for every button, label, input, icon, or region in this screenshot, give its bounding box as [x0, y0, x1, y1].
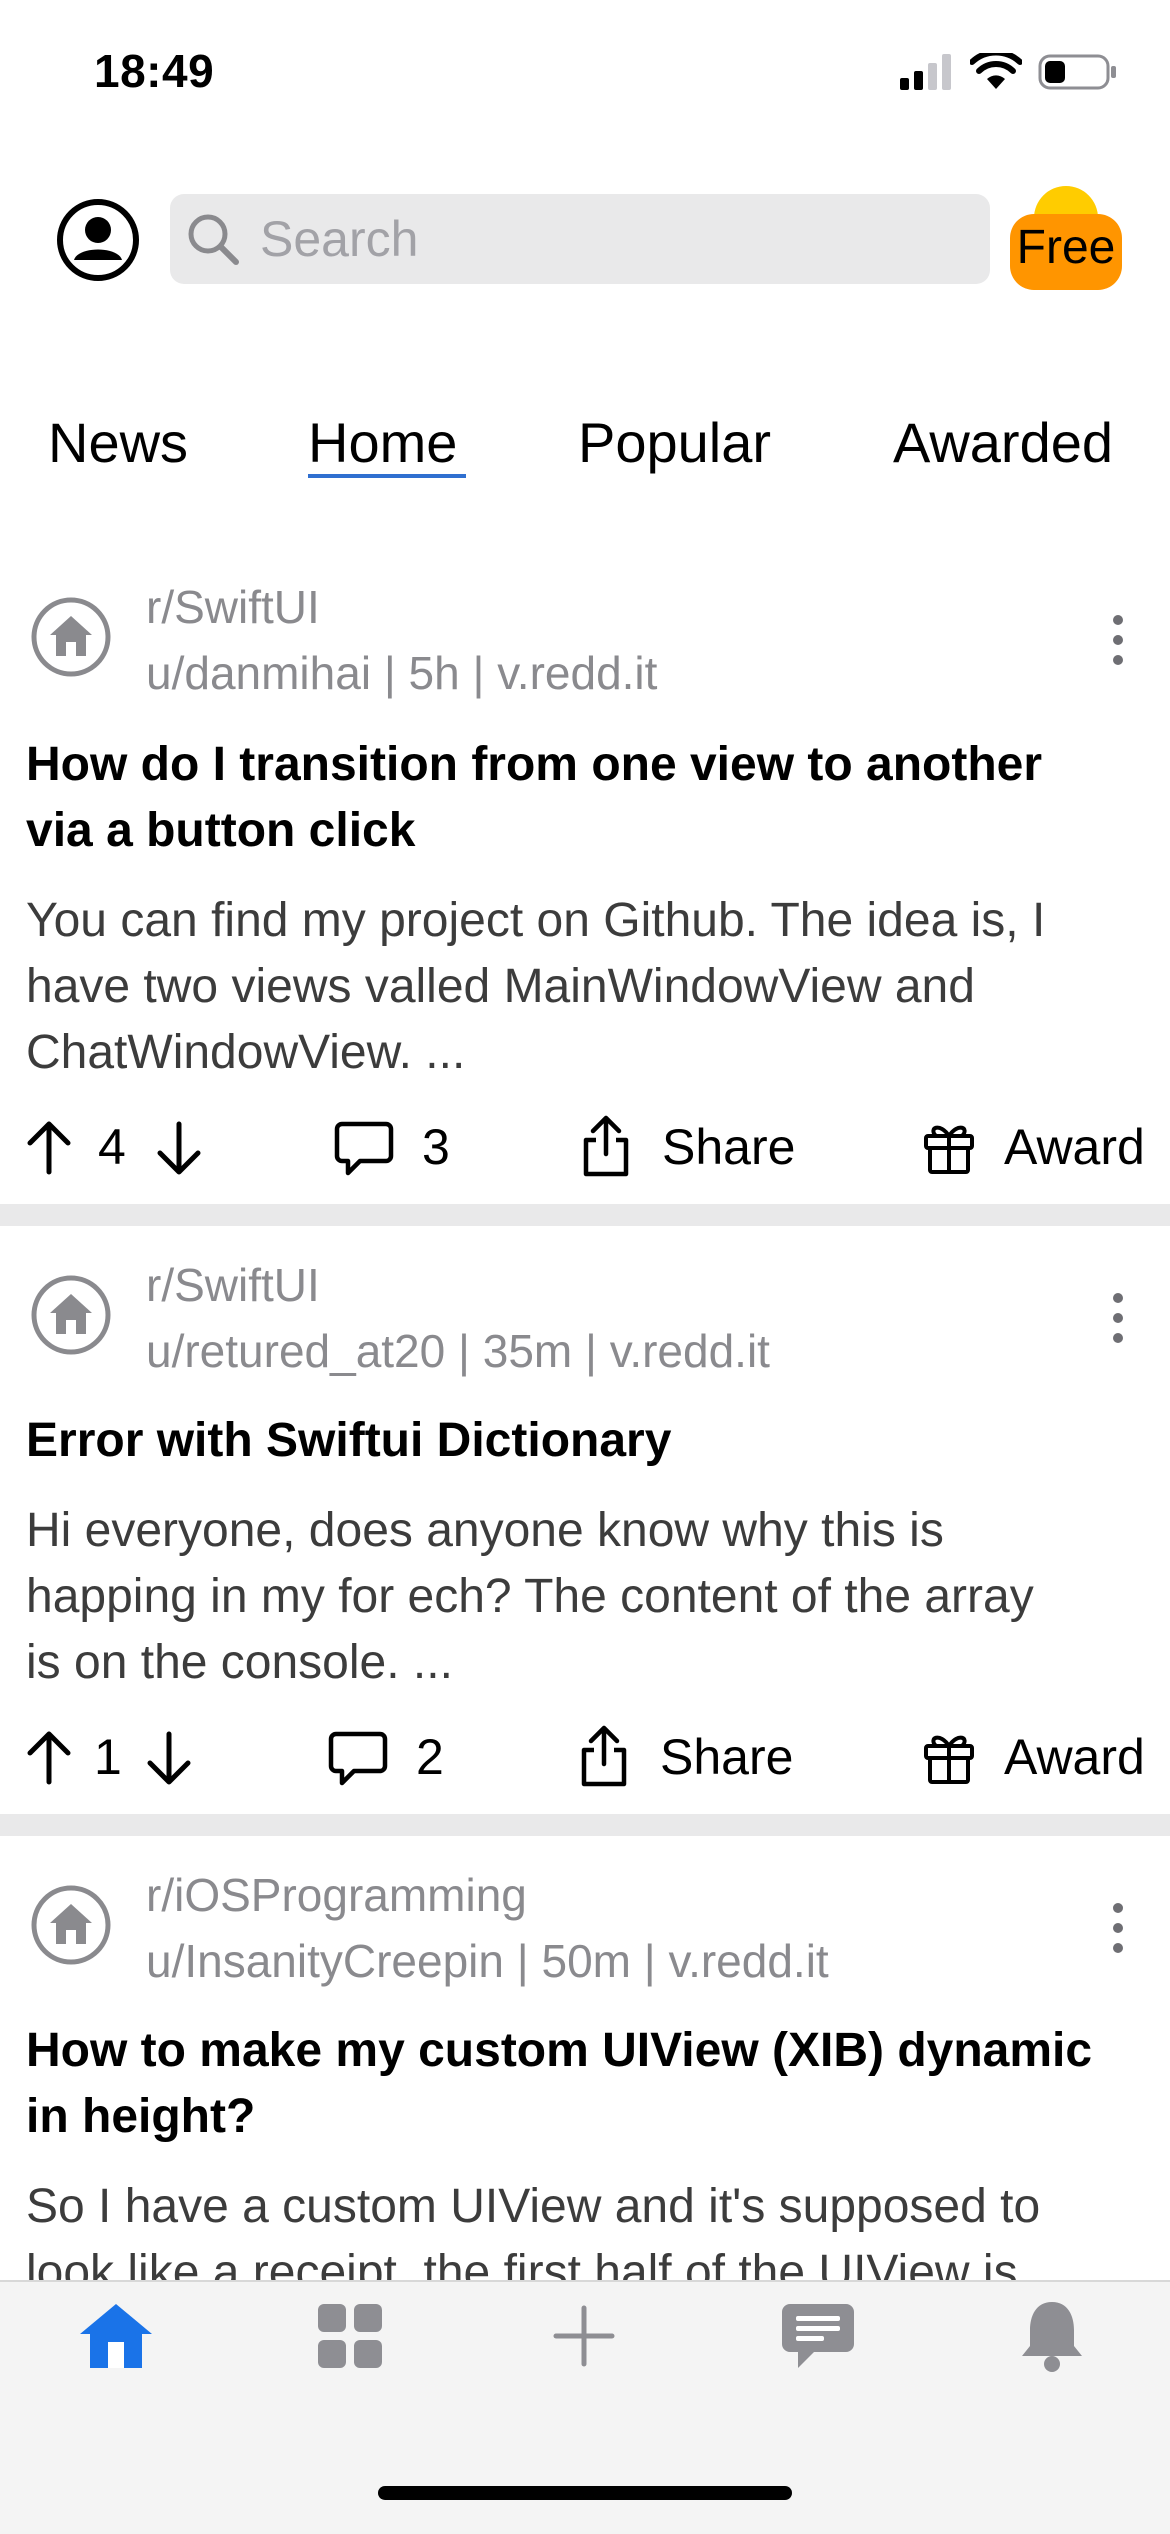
award-label[interactable]: Award — [1004, 1728, 1145, 1786]
share-label[interactable]: Share — [660, 1728, 793, 1786]
post-body-line: have two views valled MainWindowView and — [26, 960, 975, 1013]
subreddit-avatar[interactable] — [30, 1274, 112, 1356]
gift-icon[interactable] — [922, 1118, 976, 1176]
award-label[interactable]: Award — [1004, 1118, 1145, 1176]
share-icon[interactable] — [578, 1724, 630, 1788]
tab-awarded[interactable]: Awarded — [893, 410, 1113, 475]
post-meta: u/danmihai | 5h | v.redd.it — [146, 647, 658, 699]
post-body-line: look like a receipt, the first half of t… — [26, 2246, 1018, 2280]
post-body-line: is on the console. ... — [26, 1636, 453, 1689]
subreddit-name[interactable]: r/iOSProgramming — [146, 1862, 527, 1928]
free-badge-label: Free — [1016, 221, 1116, 274]
downvote-icon[interactable] — [156, 1120, 202, 1176]
tab-popular[interactable]: Popular — [578, 410, 771, 475]
search-placeholder: Search — [260, 211, 419, 267]
house-icon[interactable] — [76, 2296, 156, 2376]
subreddit-name[interactable]: r/SwiftUI — [146, 574, 320, 640]
post-body-line: So I have a custom UIView and it's suppo… — [26, 2180, 1041, 2233]
post-body-clip: So I have a custom UIView and it's suppo… — [0, 2174, 1170, 2280]
grid-icon[interactable] — [310, 2296, 390, 2376]
upvote-icon[interactable] — [26, 1120, 72, 1176]
subreddit-avatar[interactable] — [30, 596, 112, 678]
share-label[interactable]: Share — [662, 1118, 795, 1176]
vote-count: 4 — [98, 1119, 126, 1175]
subreddit-avatar[interactable] — [30, 1884, 112, 1966]
home-indicator — [378, 2486, 792, 2500]
free-badge[interactable]: Free — [1010, 186, 1122, 290]
profile-button[interactable] — [54, 196, 142, 284]
house-icon — [31, 597, 111, 677]
more-options-icon[interactable] — [1110, 1292, 1126, 1344]
subreddit-name[interactable]: r/SwiftUI — [146, 1252, 320, 1318]
status-time: 18:49 — [94, 45, 215, 97]
downvote-icon[interactable] — [146, 1730, 192, 1786]
tab-news[interactable]: News — [48, 410, 188, 475]
post-title-line[interactable]: via a button click — [26, 798, 1146, 864]
battery-icon — [1038, 54, 1116, 90]
post-separator — [0, 1204, 1170, 1226]
post-title-line[interactable]: Error with Swiftui Dictionary — [26, 1408, 1146, 1474]
upvote-icon[interactable] — [26, 1730, 72, 1786]
post-body-line: Hi everyone, does anyone know why this i… — [26, 1504, 944, 1557]
more-options-icon[interactable] — [1110, 614, 1126, 666]
house-icon — [31, 1885, 111, 1965]
gift-icon[interactable] — [922, 1728, 976, 1786]
bell-icon[interactable] — [1012, 2296, 1092, 2376]
post-title-line[interactable]: in height? — [26, 2084, 1146, 2150]
chat-icon[interactable] — [778, 2296, 858, 2376]
post-body-line: ChatWindowView. ... — [26, 1026, 466, 1079]
comment-icon[interactable] — [328, 1730, 388, 1788]
comment-count[interactable]: 2 — [416, 1728, 444, 1786]
post-separator — [0, 1814, 1170, 1836]
post-body-line: You can find my project on Github. The i… — [26, 894, 1046, 947]
search-icon — [184, 210, 242, 268]
house-icon — [31, 1275, 111, 1355]
cellular-signal-icon — [900, 54, 951, 90]
account-icon — [57, 199, 139, 281]
post-meta: u/retured_at20 | 35m | v.redd.it — [146, 1325, 770, 1377]
plus-icon[interactable] — [544, 2296, 624, 2376]
post-title-line[interactable]: How to make my custom UIView (XIB) dynam… — [26, 2018, 1146, 2084]
comment-icon[interactable] — [334, 1120, 394, 1178]
wifi-icon — [970, 53, 1022, 89]
selected-tab-indicator — [308, 474, 466, 478]
status-icons — [900, 52, 1118, 92]
search-bar[interactable]: Search — [170, 194, 990, 284]
post-body-line: happing in my for ech? The content of th… — [26, 1570, 1034, 1623]
share-icon[interactable] — [580, 1114, 632, 1178]
post-title-line[interactable]: How do I transition from one view to ano… — [26, 732, 1146, 798]
more-options-icon[interactable] — [1110, 1902, 1126, 1954]
vote-count: 1 — [94, 1729, 122, 1785]
comment-count[interactable]: 3 — [422, 1118, 450, 1176]
tab-home[interactable]: Home — [308, 410, 457, 475]
post-meta: u/InsanityCreepin | 50m | v.redd.it — [146, 1935, 829, 1987]
